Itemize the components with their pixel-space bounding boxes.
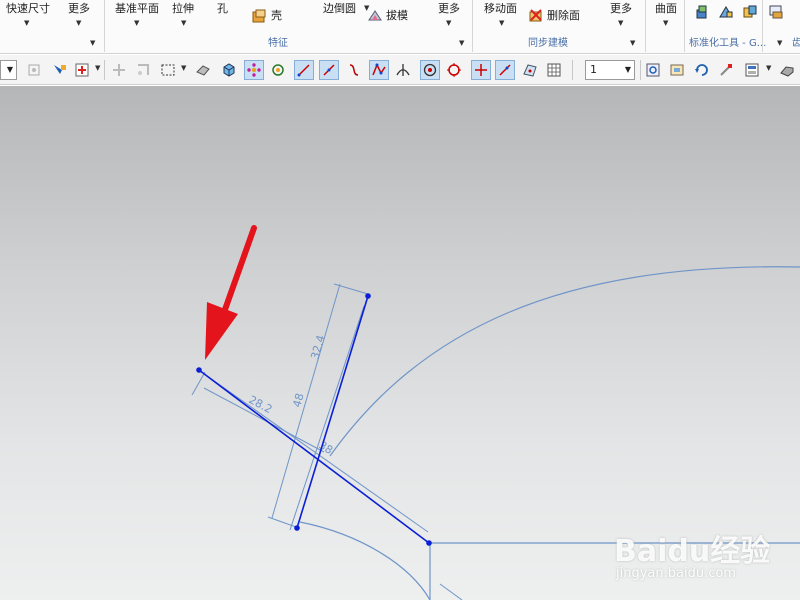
extension-line	[191, 371, 206, 396]
zoom-fit-icon[interactable]	[643, 60, 663, 80]
view-orient-icon[interactable]	[667, 60, 687, 80]
point-on-curve-snap-icon[interactable]	[471, 60, 491, 80]
sketch-line-1[interactable]	[198, 369, 430, 544]
selection-toolbar: ▼ ▼ ▼ 1 ▼ ▼	[0, 55, 800, 85]
more-button-1[interactable]: 更多	[68, 2, 90, 16]
snap-icon[interactable]	[24, 60, 44, 80]
standard-tool-1-icon[interactable]	[694, 4, 710, 20]
chevron-down-icon[interactable]: ▼	[181, 64, 186, 72]
quadrant-snap-icon[interactable]	[444, 60, 464, 80]
line-endpoint[interactable]	[294, 525, 300, 531]
point-on-face-snap-icon[interactable]	[520, 60, 540, 80]
dimension-line	[439, 583, 463, 600]
filter-dropdown[interactable]: ▼	[0, 60, 17, 80]
curve-snap-icon[interactable]	[344, 60, 364, 80]
standard-tool-2-icon[interactable]	[718, 4, 734, 20]
snap-settings-icon[interactable]	[268, 60, 288, 80]
line-endpoint[interactable]	[196, 367, 202, 373]
group-label-feature: 特征	[268, 38, 288, 49]
chevron-down-icon: ▼	[624, 65, 631, 74]
toolbar-separator	[104, 60, 105, 80]
surface-button[interactable]: 曲面	[655, 2, 677, 16]
group-label-standard-tools: 标准化工具 - G...	[689, 38, 767, 49]
draft-button[interactable]: 拔模	[386, 9, 408, 23]
graphics-window[interactable]: 32.4 28.2 48 38 Baidu经验 jingyan.baidu.co…	[0, 86, 800, 600]
chevron-down-icon: ▼	[6, 65, 13, 74]
watermark: Baidu经验 jingyan.baidu.com	[612, 512, 798, 584]
render-style-icon[interactable]	[742, 60, 762, 80]
toolbar-separator	[640, 60, 641, 80]
ribbon-separator	[645, 0, 646, 52]
chevron-down-icon[interactable]: ▼	[766, 64, 771, 72]
datum-plane-button[interactable]: 基准平面	[115, 2, 159, 16]
sketch-line-2[interactable]	[296, 295, 369, 529]
ribbon-separator	[104, 0, 105, 52]
grid-snap-icon[interactable]	[544, 60, 564, 80]
move-icon[interactable]	[109, 60, 129, 80]
group-expand-icon[interactable]: ▼	[630, 39, 635, 47]
add-selection-icon[interactable]	[72, 60, 92, 80]
dimension-text-32-4[interactable]: 32.4	[308, 334, 327, 361]
line-endpoint[interactable]	[365, 293, 371, 299]
point-on-line-snap-icon[interactable]	[495, 60, 515, 80]
intersection-snap-icon[interactable]	[393, 60, 413, 80]
transform-icon[interactable]	[133, 60, 153, 80]
cube-icon[interactable]	[219, 60, 239, 80]
chevron-down-icon[interactable]: ▼	[663, 19, 668, 27]
reference-arc-lower	[299, 521, 431, 600]
more-button-3[interactable]: 更多	[610, 2, 632, 16]
box-select-icon[interactable]	[158, 60, 178, 80]
shaded-view-icon[interactable]	[777, 60, 797, 80]
move-face-button[interactable]: 移动面	[484, 2, 517, 16]
delete-face-button[interactable]: 删除面	[547, 9, 580, 23]
toolbar-separator	[572, 60, 573, 80]
chevron-down-icon[interactable]: ▼	[499, 19, 504, 27]
ribbon: 快速尺寸 ▼ 更多 ▼ ▼ 基准平面 ▼ 拉伸 ▼ 孔 壳 边倒圆 ▼ 拔模 更…	[0, 0, 800, 54]
shell-icon	[252, 9, 266, 23]
pan-icon[interactable]	[716, 60, 736, 80]
chevron-down-icon[interactable]: ▼	[134, 19, 139, 27]
chevron-down-icon[interactable]: ▼	[618, 19, 623, 27]
layer-select-value: 1	[590, 63, 597, 76]
watermark-url: jingyan.baidu.com	[616, 566, 736, 581]
group-expand-icon[interactable]: ▼	[459, 39, 464, 47]
rotate-icon[interactable]	[692, 60, 712, 80]
chevron-down-icon[interactable]: ▼	[95, 64, 100, 72]
extension-line	[333, 283, 369, 295]
control-point-snap-icon[interactable]	[369, 60, 389, 80]
delete-face-icon	[529, 9, 542, 22]
group-expand-icon[interactable]: ▼	[777, 39, 782, 47]
group-label-truncated: 齿	[792, 38, 800, 49]
standard-tool-3-icon[interactable]	[742, 4, 758, 20]
standard-tool-4-icon[interactable]	[768, 4, 784, 20]
chevron-down-icon[interactable]: ▼	[24, 19, 29, 27]
group-label-sync-modeling: 同步建模	[528, 38, 568, 49]
group-expand-icon[interactable]: ▼	[90, 39, 95, 47]
line-endpoint[interactable]	[426, 540, 432, 546]
quick-dimension-button[interactable]: 快速尺寸	[6, 2, 50, 16]
annotation-arrow-icon	[205, 225, 257, 360]
chevron-down-icon[interactable]: ▼	[181, 19, 186, 27]
more-button-2[interactable]: 更多	[438, 2, 460, 16]
erase-icon[interactable]	[193, 60, 213, 80]
ribbon-separator	[684, 0, 685, 52]
reference-arc	[329, 266, 800, 457]
midpoint-snap-icon[interactable]	[319, 60, 339, 80]
chevron-down-icon[interactable]: ▼	[76, 19, 81, 27]
draft-icon	[368, 10, 382, 21]
layer-select[interactable]: 1 ▼	[585, 60, 635, 80]
edge-blend-button[interactable]: 边倒圆	[323, 2, 356, 16]
shell-button[interactable]: 壳	[271, 9, 282, 23]
extrude-button[interactable]: 拉伸	[172, 2, 194, 16]
endpoint-snap-icon[interactable]	[294, 60, 314, 80]
arc-center-snap-icon[interactable]	[420, 60, 440, 80]
ribbon-separator	[472, 0, 473, 52]
selection-filter-icon[interactable]	[50, 60, 70, 80]
snap-points-icon[interactable]	[244, 60, 264, 80]
hole-button[interactable]: 孔	[217, 2, 228, 16]
watermark-logo: Baidu经验	[614, 534, 771, 569]
chevron-down-icon[interactable]: ▼	[446, 19, 451, 27]
